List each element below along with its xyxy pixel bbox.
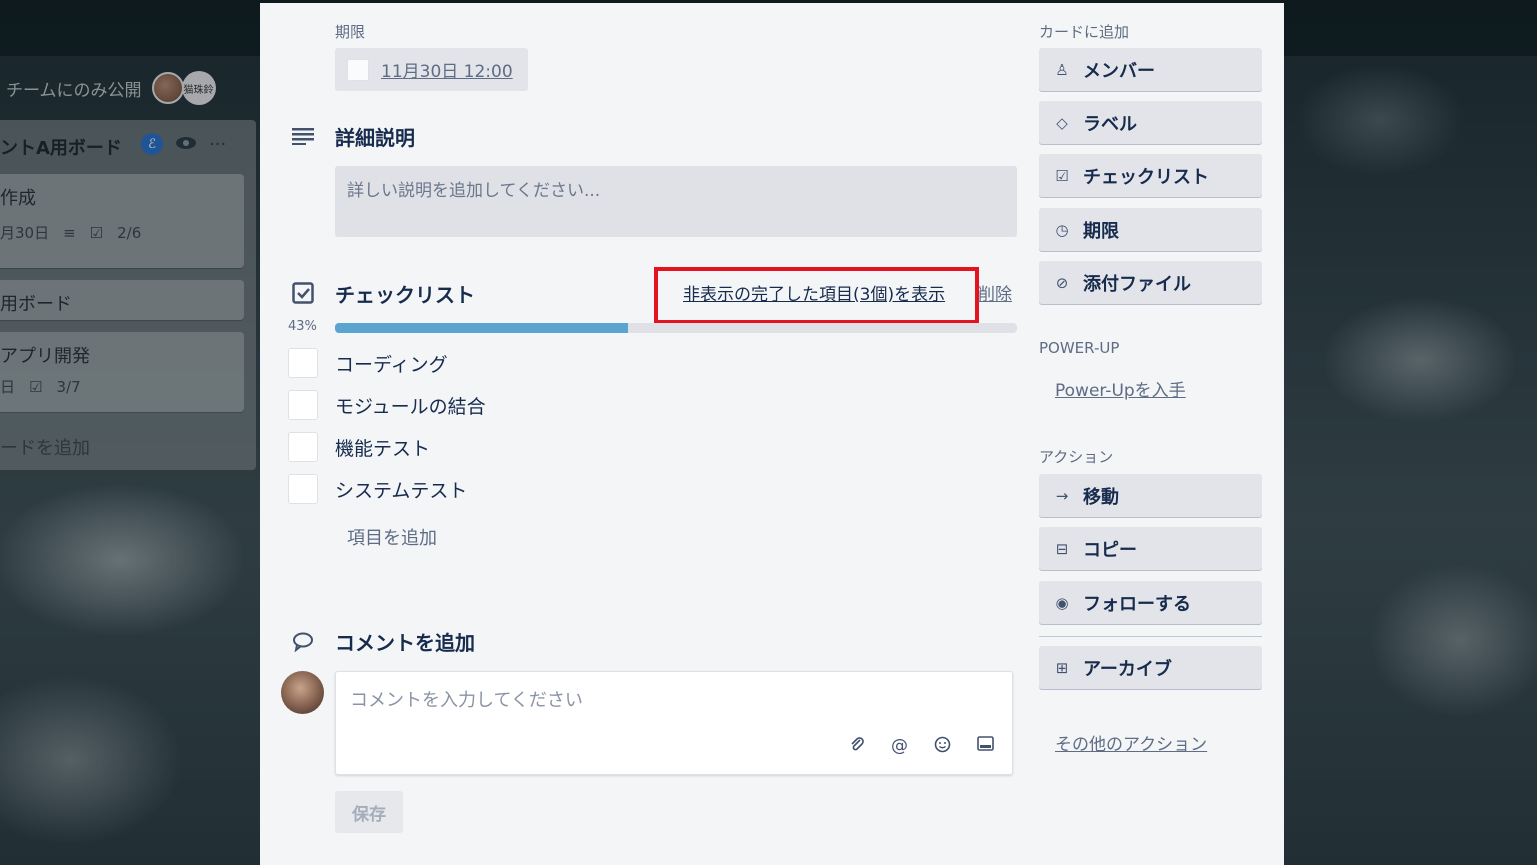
checklist-item-label[interactable]: 機能テスト	[335, 434, 430, 461]
comment-input[interactable]: コメントを入力してください @	[335, 671, 1013, 775]
members-button-label: メンバー	[1083, 60, 1155, 82]
comment-toolbar: @	[849, 736, 994, 758]
checklist-item-label[interactable]: モジュールの結合	[335, 392, 486, 419]
members-button[interactable]: ♙ メンバー	[1039, 48, 1262, 91]
more-actions-link[interactable]: その他のアクション	[1055, 730, 1207, 755]
archive-button-label: アーカイブ	[1083, 658, 1172, 680]
checklist-item[interactable]: モジュールの結合	[288, 390, 486, 420]
copy-button-label: コピー	[1083, 539, 1137, 561]
checklist-icon	[290, 280, 316, 306]
card-link-icon[interactable]	[977, 736, 994, 758]
save-comment-button[interactable]: 保存	[335, 791, 403, 833]
move-button[interactable]: → 移動	[1039, 474, 1262, 517]
labels-button-label: ラベル	[1083, 113, 1137, 135]
due-date-value[interactable]: 11月30日 12:00	[381, 57, 513, 82]
labels-button[interactable]: ◇ ラベル	[1039, 101, 1262, 144]
checklist-item[interactable]: システムテスト	[288, 474, 467, 504]
comment-icon	[290, 629, 316, 655]
follow-button[interactable]: ◉ フォローする	[1039, 581, 1262, 624]
follow-button-label: フォローする	[1083, 593, 1191, 615]
checklist-button[interactable]: ☑ チェックリスト	[1039, 154, 1262, 197]
copy-button[interactable]: ⊟ コピー	[1039, 527, 1262, 570]
archive-button[interactable]: ⊞ アーカイブ	[1039, 646, 1262, 689]
checklist-progress-bar	[335, 323, 1017, 333]
due-label: 期限	[335, 23, 366, 41]
checklist-item-label[interactable]: コーディング	[335, 350, 448, 377]
description-input[interactable]: 詳しい説明を追加してください...	[335, 166, 1017, 237]
clock-icon: ◷	[1055, 220, 1069, 239]
description-icon	[290, 123, 316, 149]
due-date-chip[interactable]: 11月30日 12:00	[335, 48, 528, 91]
add-checklist-item-button[interactable]: 項目を追加	[347, 524, 437, 550]
checklist-percent: 43%	[288, 319, 317, 334]
comment-placeholder: コメントを入力してください	[350, 690, 583, 711]
checklist-item-label[interactable]: システムテスト	[335, 476, 467, 503]
checklist-item[interactable]: コーディング	[288, 348, 448, 378]
tag-icon: ◇	[1056, 113, 1068, 132]
due-date-button-label: 期限	[1083, 220, 1119, 242]
paperclip-icon: ⊘	[1055, 273, 1069, 292]
mention-icon[interactable]: @	[891, 736, 908, 758]
copy-icon: ⊟	[1055, 539, 1069, 558]
attachment-button[interactable]: ⊘ 添付ファイル	[1039, 261, 1262, 304]
comment-title: コメントを追加	[335, 631, 475, 655]
checklist-item-checkbox[interactable]	[288, 390, 318, 420]
checklist-progress-fill	[335, 323, 629, 333]
sidebar-divider	[1039, 636, 1262, 637]
description-title: 詳細説明	[335, 126, 415, 150]
actions-heading: アクション	[1039, 448, 1114, 466]
due-date-button[interactable]: ◷ 期限	[1039, 208, 1262, 251]
attachment-icon[interactable]	[849, 736, 865, 758]
checklist-item-checkbox[interactable]	[288, 432, 318, 462]
archive-icon: ⊞	[1055, 658, 1069, 677]
checklist-item[interactable]: 機能テスト	[288, 432, 430, 462]
checklist-button-label: チェックリスト	[1083, 166, 1209, 188]
get-powerups-link[interactable]: Power-Upを入手	[1055, 376, 1186, 401]
delete-checklist-link[interactable]: 削除	[978, 280, 1012, 305]
card-detail-modal: 期限 11月30日 12:00 詳細説明 詳しい説明を追加してください... チ…	[260, 3, 1284, 865]
eye-icon: ◉	[1055, 593, 1069, 612]
checklist-item-checkbox[interactable]	[288, 348, 318, 378]
checkbox-icon: ☑	[1055, 166, 1069, 185]
emoji-icon[interactable]	[934, 736, 951, 758]
add-to-card-heading: カードに追加	[1039, 23, 1130, 41]
checklist-item-checkbox[interactable]	[288, 474, 318, 504]
checklist-title[interactable]: チェックリスト	[335, 279, 475, 308]
person-icon: ♙	[1055, 60, 1069, 79]
annotation-highlight-box	[654, 267, 979, 324]
user-avatar[interactable]	[281, 671, 324, 714]
arrow-right-icon: →	[1055, 486, 1069, 505]
powerup-heading: POWER-UP	[1039, 339, 1120, 357]
move-button-label: 移動	[1083, 486, 1119, 508]
due-complete-checkbox[interactable]	[347, 58, 369, 81]
attachment-button-label: 添付ファイル	[1083, 273, 1191, 295]
